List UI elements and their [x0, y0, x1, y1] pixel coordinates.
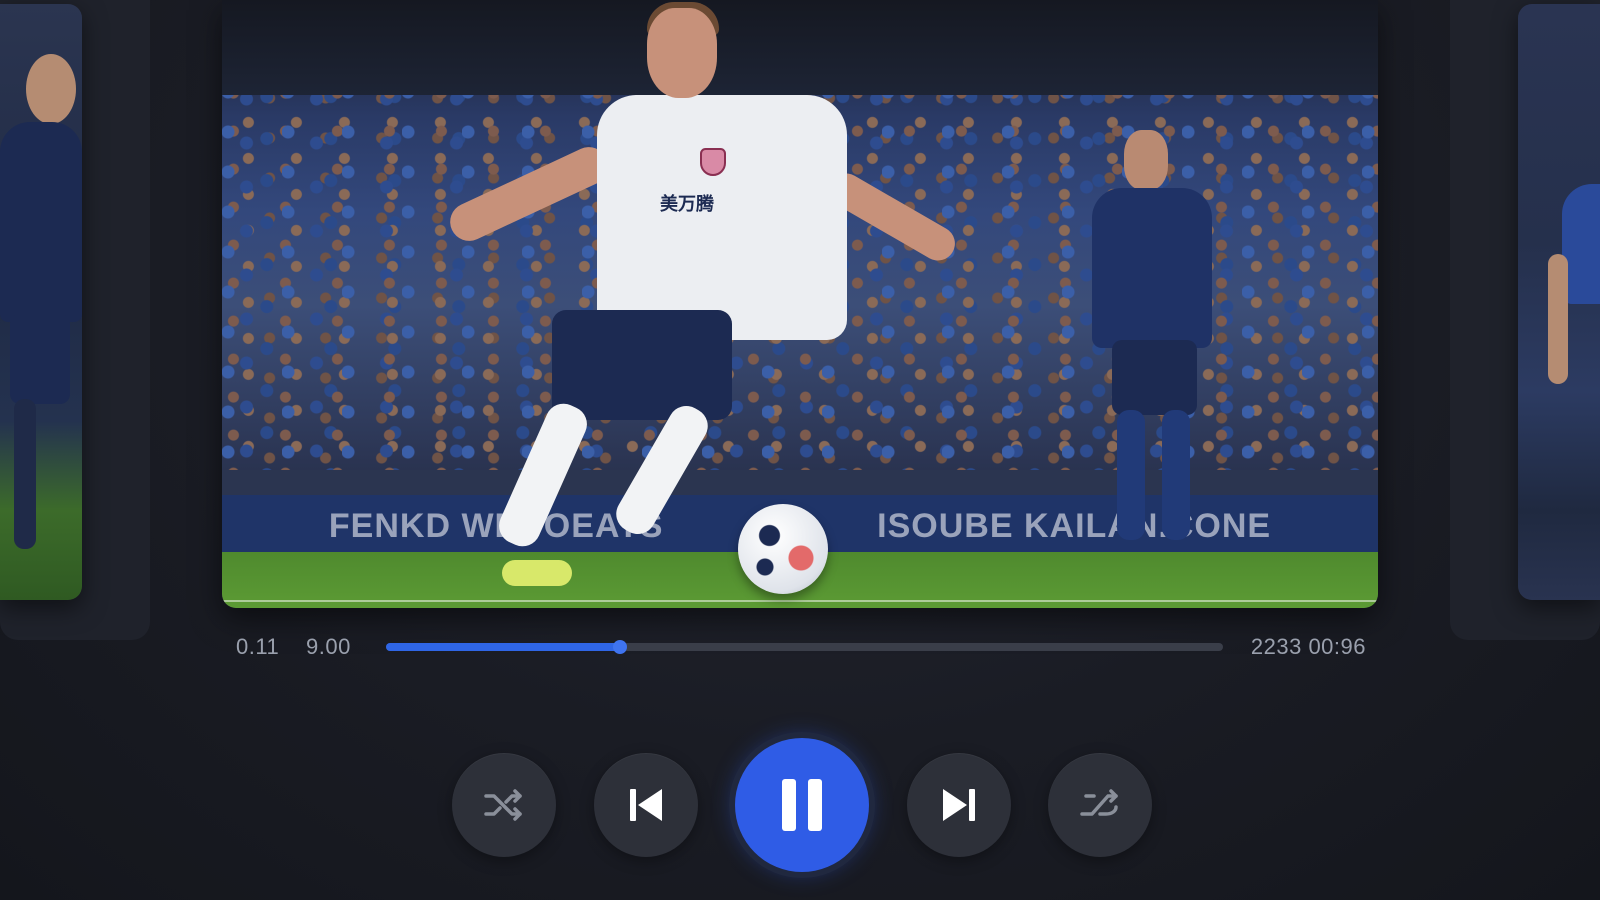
thumbnail-player-shorts	[10, 314, 70, 404]
next-video-thumbnail[interactable]	[1518, 4, 1600, 600]
playback-controls	[452, 735, 1152, 875]
elapsed-time: 0.11	[236, 634, 280, 659]
next-button[interactable]	[906, 753, 1011, 857]
seek-bar[interactable]	[386, 640, 1223, 654]
main-player: 美万腾	[222, 0, 962, 600]
thumbnail-player-head	[26, 54, 76, 124]
background-player-shorts	[1112, 340, 1197, 415]
main-player-shorts	[552, 310, 732, 420]
shuffle-button[interactable]	[452, 753, 556, 857]
media-player: FENKD WEDOEATS ISOUBE KAILAN.CONE 美万腾 0.…	[0, 0, 1600, 900]
pause-button[interactable]	[735, 738, 869, 872]
shirt-sponsor: 美万腾	[660, 194, 714, 214]
previous-video-thumbnail[interactable]	[0, 4, 82, 600]
seek-bar-handle[interactable]	[613, 640, 628, 654]
main-player-arm-left	[443, 140, 615, 248]
playback-progress-row: 0.11 9.00 2233 00:96	[236, 632, 1366, 662]
pitch-line	[222, 600, 1378, 602]
skip-next-icon	[942, 789, 975, 821]
main-player-leg-left	[493, 397, 593, 553]
background-player	[1072, 130, 1242, 550]
background-player-head	[1124, 130, 1168, 190]
skip-previous-icon	[629, 789, 662, 821]
main-player-boot	[502, 560, 572, 586]
background-player-leg-right	[1162, 410, 1190, 540]
segment-time: 9.00	[306, 634, 351, 659]
previous-button[interactable]	[593, 753, 698, 857]
total-time: 2233 00:96	[1250, 634, 1366, 659]
football	[738, 504, 828, 594]
main-player-shirt	[597, 95, 847, 340]
background-player-leg-left	[1117, 410, 1145, 540]
background-player-shirt	[1092, 188, 1212, 348]
main-player-head	[647, 8, 717, 98]
seek-bar-fill	[386, 643, 621, 651]
video-frame[interactable]: FENKD WEDOEATS ISOUBE KAILAN.CONE 美万腾	[222, 0, 1378, 608]
repeat-button[interactable]	[1048, 753, 1152, 857]
thumbnail-player-body	[0, 122, 82, 322]
shuffle-icon	[484, 789, 522, 821]
pause-icon	[782, 779, 822, 831]
thumbnail-player-arm	[1548, 254, 1568, 384]
club-crest-icon	[700, 148, 726, 176]
repeat-icon	[1080, 789, 1118, 816]
thumbnail-player-leg	[14, 399, 36, 549]
